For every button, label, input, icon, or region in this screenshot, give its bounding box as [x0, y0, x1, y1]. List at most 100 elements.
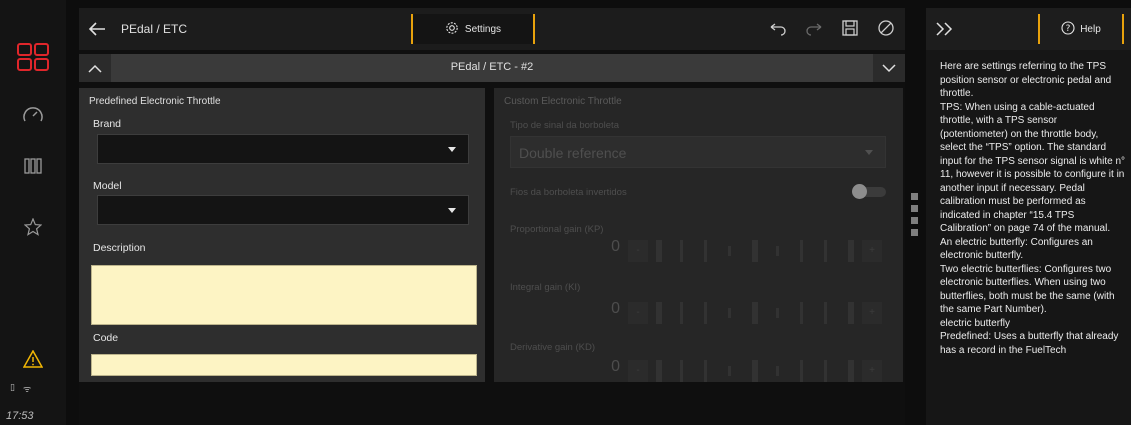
slider-tick: [800, 360, 803, 382]
toggle-knob: [852, 184, 867, 199]
slider-tick: [680, 240, 683, 262]
ki-slider[interactable]: 0 - +: [510, 298, 886, 324]
custom-throttle-panel: Custom Electronic Throttle Tipo de sinal…: [494, 88, 903, 382]
slider-tick: [848, 360, 854, 382]
slider-tick: [704, 360, 707, 382]
ki-decrease-button[interactable]: -: [628, 302, 648, 324]
kp-slider[interactable]: 0 - +: [510, 236, 886, 262]
back-arrow-icon[interactable]: [87, 19, 107, 39]
brand-select[interactable]: [97, 134, 469, 164]
kd-decrease-button[interactable]: -: [628, 360, 648, 382]
pager-dot[interactable]: [911, 205, 918, 212]
star-icon[interactable]: [0, 218, 66, 236]
settings-label: Settings: [464, 23, 502, 35]
slider-tick: [656, 240, 662, 262]
ki-value: 0: [611, 300, 620, 317]
dropdown-caret-icon: [448, 208, 456, 213]
columns-icon[interactable]: [0, 158, 66, 174]
help-text: Here are settings referring to the TPS p…: [940, 61, 1126, 356]
slider-tick: [824, 360, 827, 382]
kd-slider[interactable]: 0 - +: [510, 356, 886, 382]
signal-type-value: Double reference: [519, 145, 627, 161]
kp-label: Proportional gain (KP): [510, 224, 604, 235]
description-field[interactable]: [91, 265, 477, 325]
inverted-wires-toggle[interactable]: [852, 184, 886, 199]
slider-tick: [656, 360, 662, 382]
battery-icon: ▯: [10, 382, 15, 392]
slider-tick: [680, 302, 683, 324]
slider-tick: [752, 240, 758, 262]
question-icon: ?: [1061, 20, 1075, 38]
slider-tick: [680, 360, 683, 382]
kp-decrease-button[interactable]: -: [628, 240, 648, 262]
kd-label: Derivative gain (KD): [510, 342, 595, 353]
description-label: Description: [93, 242, 146, 254]
kd-increase-button[interactable]: +: [862, 360, 882, 382]
panel-title: Predefined Electronic Throttle: [89, 96, 221, 107]
slider-tick: [848, 302, 854, 324]
pager-dot[interactable]: [911, 229, 918, 236]
slider-tick: [800, 240, 803, 262]
help-bar: ? Help: [926, 8, 1131, 50]
dropdown-caret-icon: [865, 150, 873, 155]
pager-dot[interactable]: [911, 193, 918, 200]
save-icon[interactable]: [841, 19, 859, 37]
slider-tick: [776, 366, 779, 376]
pager-dot[interactable]: [911, 217, 918, 224]
help-panel: ? Help Here are settings referring to th…: [926, 8, 1131, 425]
page-title: PEdal / ETC: [121, 22, 188, 36]
model-label: Model: [93, 180, 122, 192]
status-indicators: ▯ ᯤ: [10, 382, 31, 395]
slider-tick: [800, 302, 803, 324]
help-button[interactable]: ? Help: [1038, 14, 1124, 44]
inverted-wires-label: Fios da borboleta invertidos: [510, 187, 627, 198]
slider-tick: [728, 246, 731, 256]
brand-label: Brand: [93, 118, 122, 130]
slider-tick: [776, 246, 779, 256]
slider-tick: [848, 240, 854, 262]
ki-increase-button[interactable]: +: [862, 302, 882, 324]
undo-icon[interactable]: [769, 19, 787, 37]
slider-tick: [704, 302, 707, 324]
selector-name: PEdal / ETC - #2: [450, 61, 534, 73]
warning-icon[interactable]: [0, 350, 66, 368]
slider-tick: [728, 366, 731, 376]
settings-button[interactable]: Settings: [411, 14, 535, 44]
predefined-throttle-panel: Predefined Electronic Throttle Brand Mod…: [79, 88, 485, 382]
slider-tick: [824, 302, 827, 324]
slider-tick: [728, 308, 731, 318]
svg-text:?: ?: [1066, 24, 1071, 34]
slider-tick: [752, 360, 758, 382]
slider-tick: [704, 240, 707, 262]
slider-tick: [656, 302, 662, 324]
help-label: Help: [1080, 23, 1101, 35]
cancel-icon[interactable]: [877, 19, 895, 37]
signal-type-label: Tipo de sinal da borboleta: [510, 120, 619, 131]
redo-icon[interactable]: [805, 19, 823, 37]
chevron-down-icon[interactable]: [873, 54, 905, 82]
signal-type-select[interactable]: Double reference: [510, 136, 886, 168]
slider-tick: [824, 240, 827, 262]
gear-icon: [445, 21, 459, 38]
clock: 17:53: [6, 410, 34, 422]
code-label: Code: [93, 332, 119, 344]
top-bar: PEdal / ETC Settings: [79, 8, 905, 50]
model-select[interactable]: [97, 195, 469, 225]
dashboard-grid-icon[interactable]: [0, 42, 66, 72]
dropdown-caret-icon: [448, 147, 456, 152]
kd-value: 0: [611, 358, 620, 375]
slider-tick: [752, 302, 758, 324]
left-rail: ▯ ᯤ 17:53: [0, 0, 66, 425]
main-area: PEdal / ETC Settings PEdal / ETC - #2 Pr…: [79, 8, 905, 425]
kp-value: 0: [611, 238, 620, 255]
collapse-chevrons-icon[interactable]: [934, 20, 956, 38]
panel-pager-dots[interactable]: [911, 193, 919, 241]
slider-tick: [776, 308, 779, 318]
kp-increase-button[interactable]: +: [862, 240, 882, 262]
map-selector: PEdal / ETC - #2: [79, 54, 905, 82]
panel-title: Custom Electronic Throttle: [504, 96, 622, 107]
code-field[interactable]: [91, 354, 477, 376]
ki-label: Integral gain (KI): [510, 282, 581, 293]
gauge-icon[interactable]: [0, 106, 66, 124]
wifi-icon: ᯤ: [22, 384, 32, 394]
